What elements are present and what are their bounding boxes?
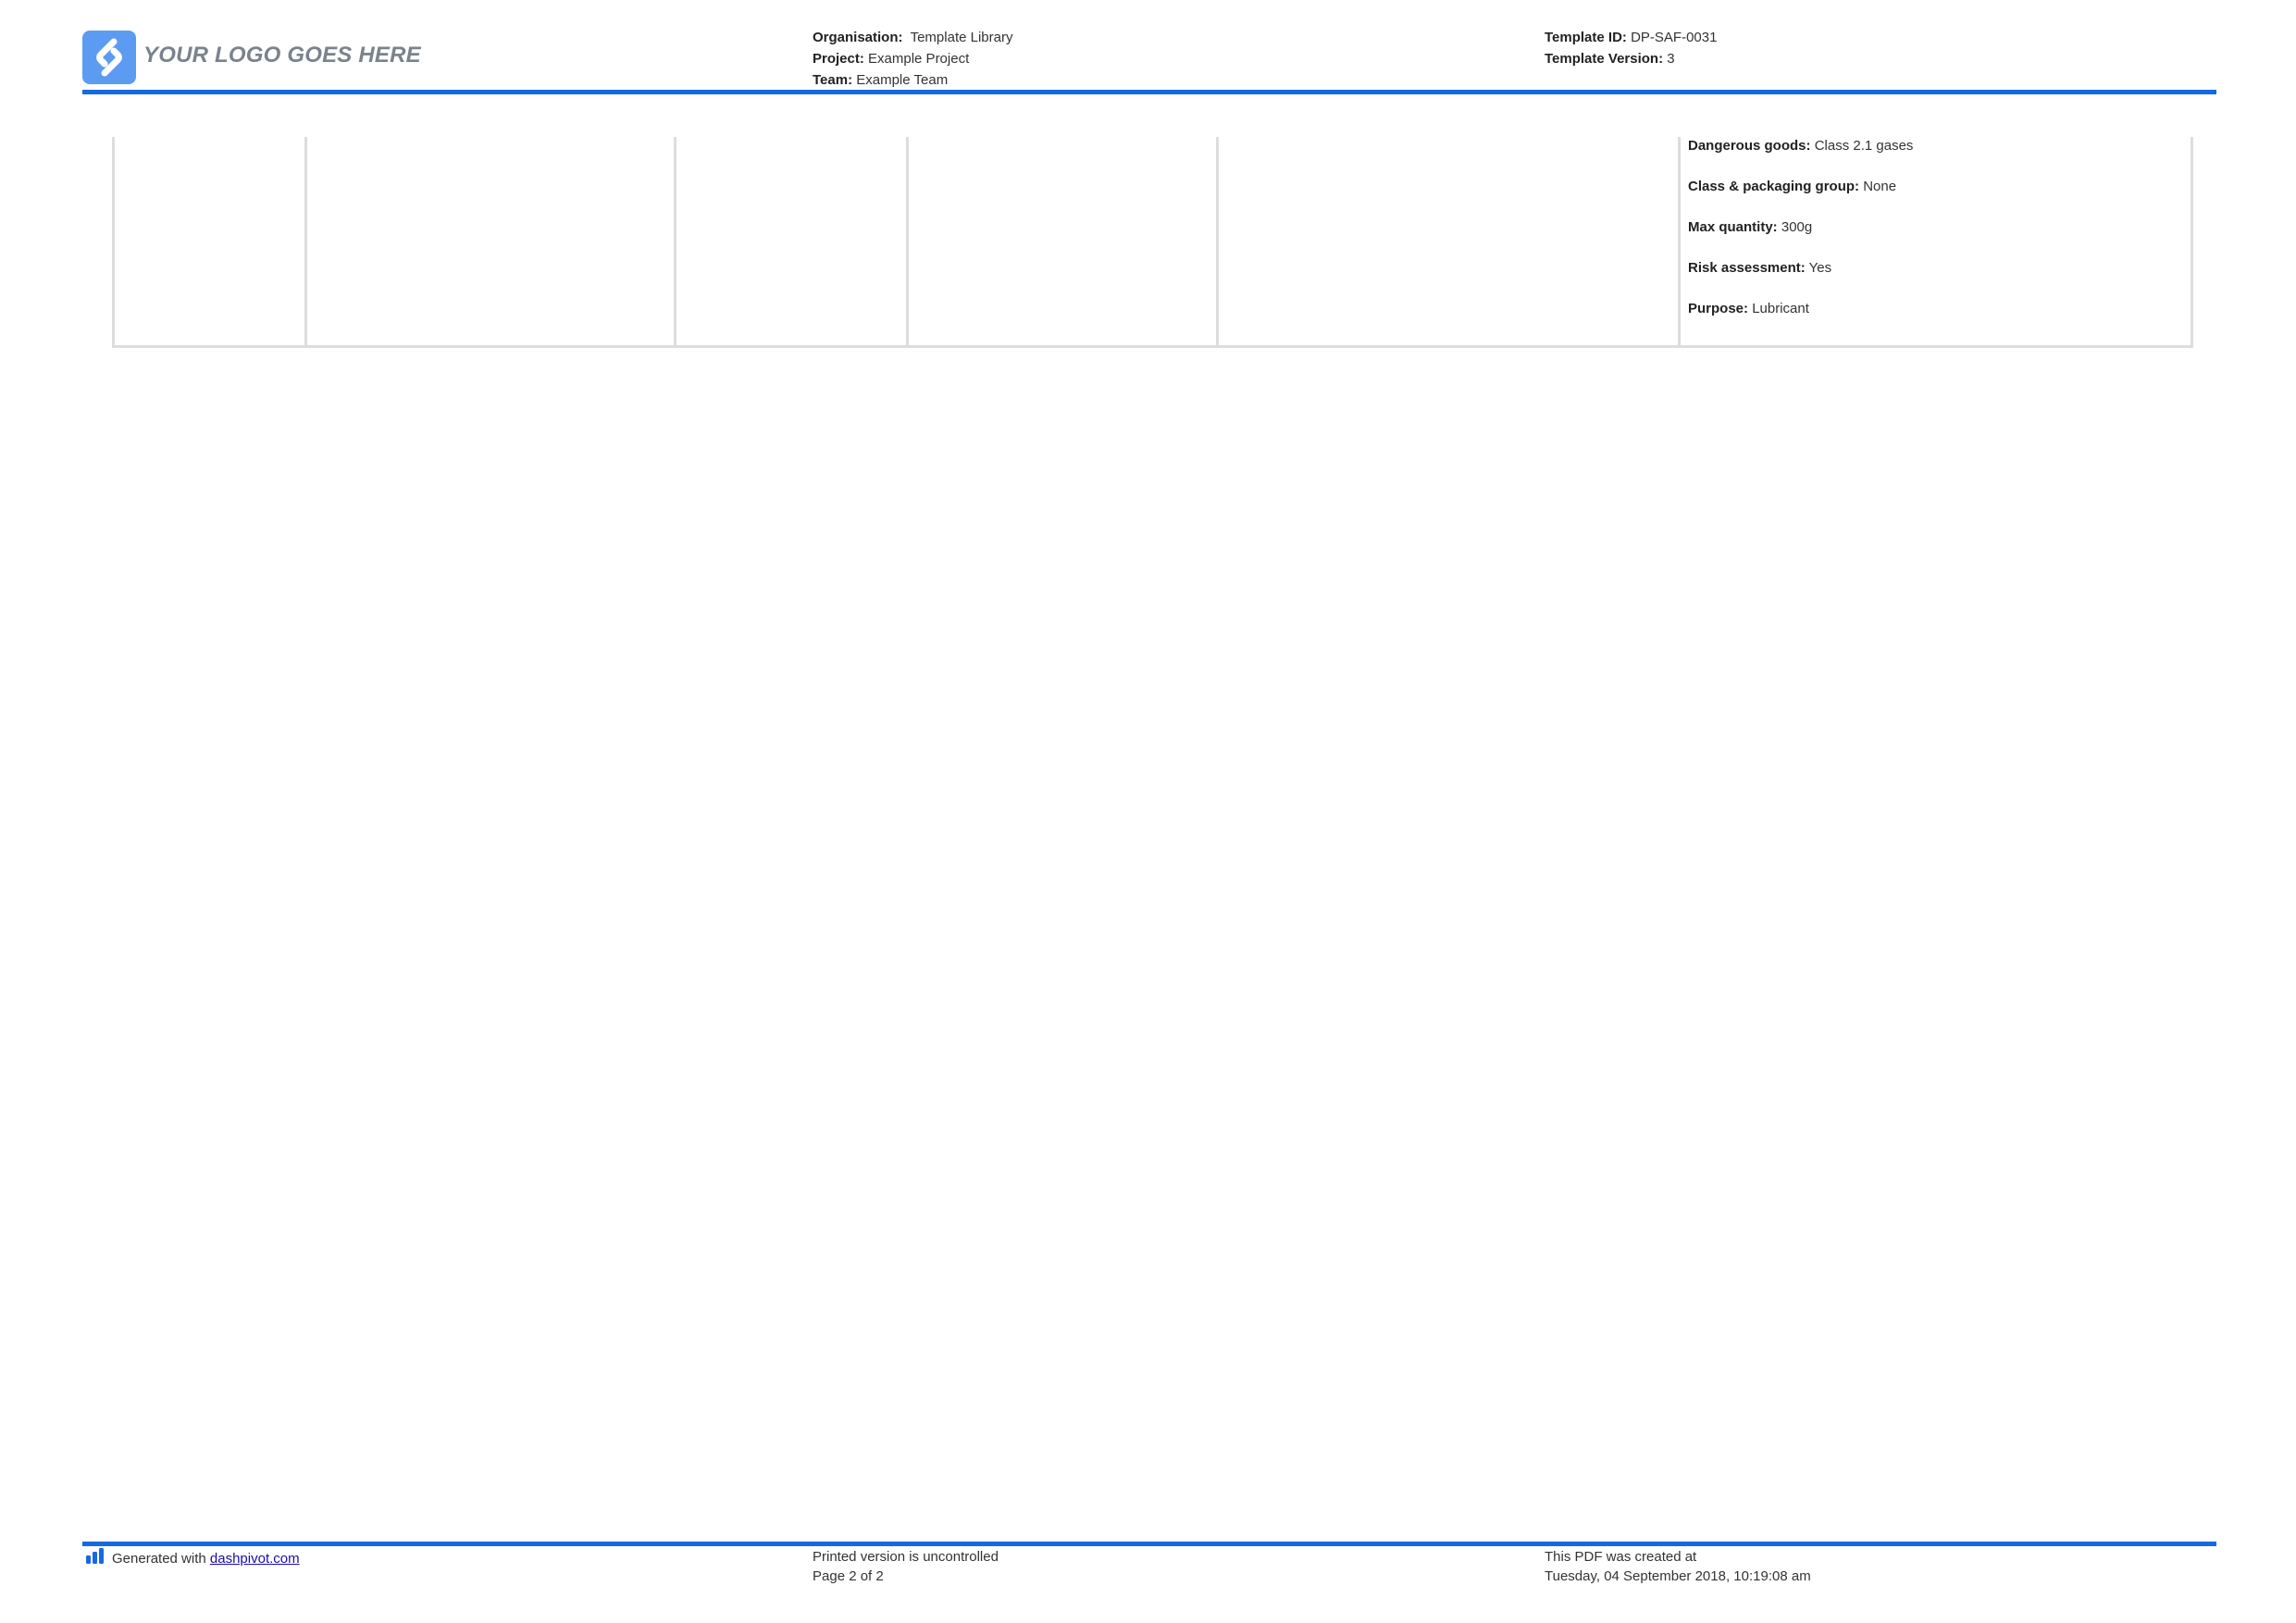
generated-prefix: Generated with: [112, 1550, 206, 1567]
page-number: Page 2 of 2: [813, 1568, 884, 1584]
detail-class-packaging: Class & packaging group: None: [1688, 178, 1913, 218]
detail-value: 300g: [1781, 219, 1813, 235]
header-project-info: Organisation: Template Library Project: …: [813, 27, 1012, 91]
created-label: This PDF was created at: [1545, 1549, 1697, 1565]
detail-value: Class 2.1 gases: [1814, 138, 1914, 154]
detail-value: None: [1863, 179, 1897, 194]
detail-label: Max quantity:: [1688, 219, 1778, 235]
organisation-row: Organisation: Template Library: [813, 27, 1012, 48]
template-version-label: Template Version:: [1545, 51, 1664, 67]
template-id-value: DP-SAF-0031: [1631, 30, 1718, 45]
detail-purpose: Purpose: Lubricant: [1688, 300, 1913, 341]
detail-max-quantity: Max quantity: 300g: [1688, 218, 1913, 259]
team-label: Team:: [813, 72, 853, 88]
organisation-label: Organisation:: [813, 30, 903, 45]
column-divider: [1216, 137, 1219, 345]
detail-label: Purpose:: [1688, 301, 1749, 316]
footer-divider: [82, 1542, 2216, 1546]
printed-note: Printed version is uncontrolled: [813, 1549, 999, 1565]
detail-label: Class & packaging group:: [1688, 179, 1860, 194]
project-value: Example Project: [868, 51, 970, 67]
header-template-info: Template ID: DP-SAF-0031 Template Versio…: [1545, 27, 1717, 69]
logo-icon: [82, 31, 136, 84]
detail-dangerous-goods: Dangerous goods: Class 2.1 gases: [1688, 137, 1913, 178]
details-cell: Dangerous goods: Class 2.1 gases Class &…: [1688, 137, 1913, 341]
column-divider: [674, 137, 676, 345]
column-divider: [304, 137, 307, 345]
project-label: Project:: [813, 51, 864, 67]
column-divider: [1678, 137, 1681, 345]
detail-risk-assessment: Risk assessment: Yes: [1688, 259, 1913, 300]
template-version-value: 3: [1667, 51, 1675, 67]
register-table: Dangerous goods: Class 2.1 gases Class &…: [112, 137, 2193, 348]
template-id-row: Template ID: DP-SAF-0031: [1545, 27, 1717, 48]
detail-value: Lubricant: [1752, 301, 1809, 316]
footer-page-info: Printed version is uncontrolled Page 2 o…: [813, 1547, 999, 1586]
bar-chart-icon: [84, 1547, 106, 1569]
dashpivot-link[interactable]: dashpivot.com: [210, 1551, 300, 1567]
created-timestamp: Tuesday, 04 September 2018, 10:19:08 am: [1545, 1568, 1811, 1584]
footer-generated: Generated with dashpivot.com: [84, 1547, 300, 1569]
detail-label: Risk assessment:: [1688, 260, 1806, 276]
column-divider: [906, 137, 909, 345]
header-divider: [82, 90, 2216, 94]
team-row: Team: Example Team: [813, 69, 1012, 91]
project-row: Project: Example Project: [813, 48, 1012, 69]
template-version-row: Template Version: 3: [1545, 48, 1717, 69]
detail-label: Dangerous goods:: [1688, 138, 1811, 154]
organisation-value: Template Library: [910, 30, 1013, 45]
team-value: Example Team: [856, 72, 949, 88]
footer-created: This PDF was created at Tuesday, 04 Sept…: [1545, 1547, 1811, 1586]
template-id-label: Template ID:: [1545, 30, 1627, 45]
detail-value: Yes: [1808, 260, 1832, 276]
logo-text: YOUR LOGO GOES HERE: [143, 43, 421, 68]
